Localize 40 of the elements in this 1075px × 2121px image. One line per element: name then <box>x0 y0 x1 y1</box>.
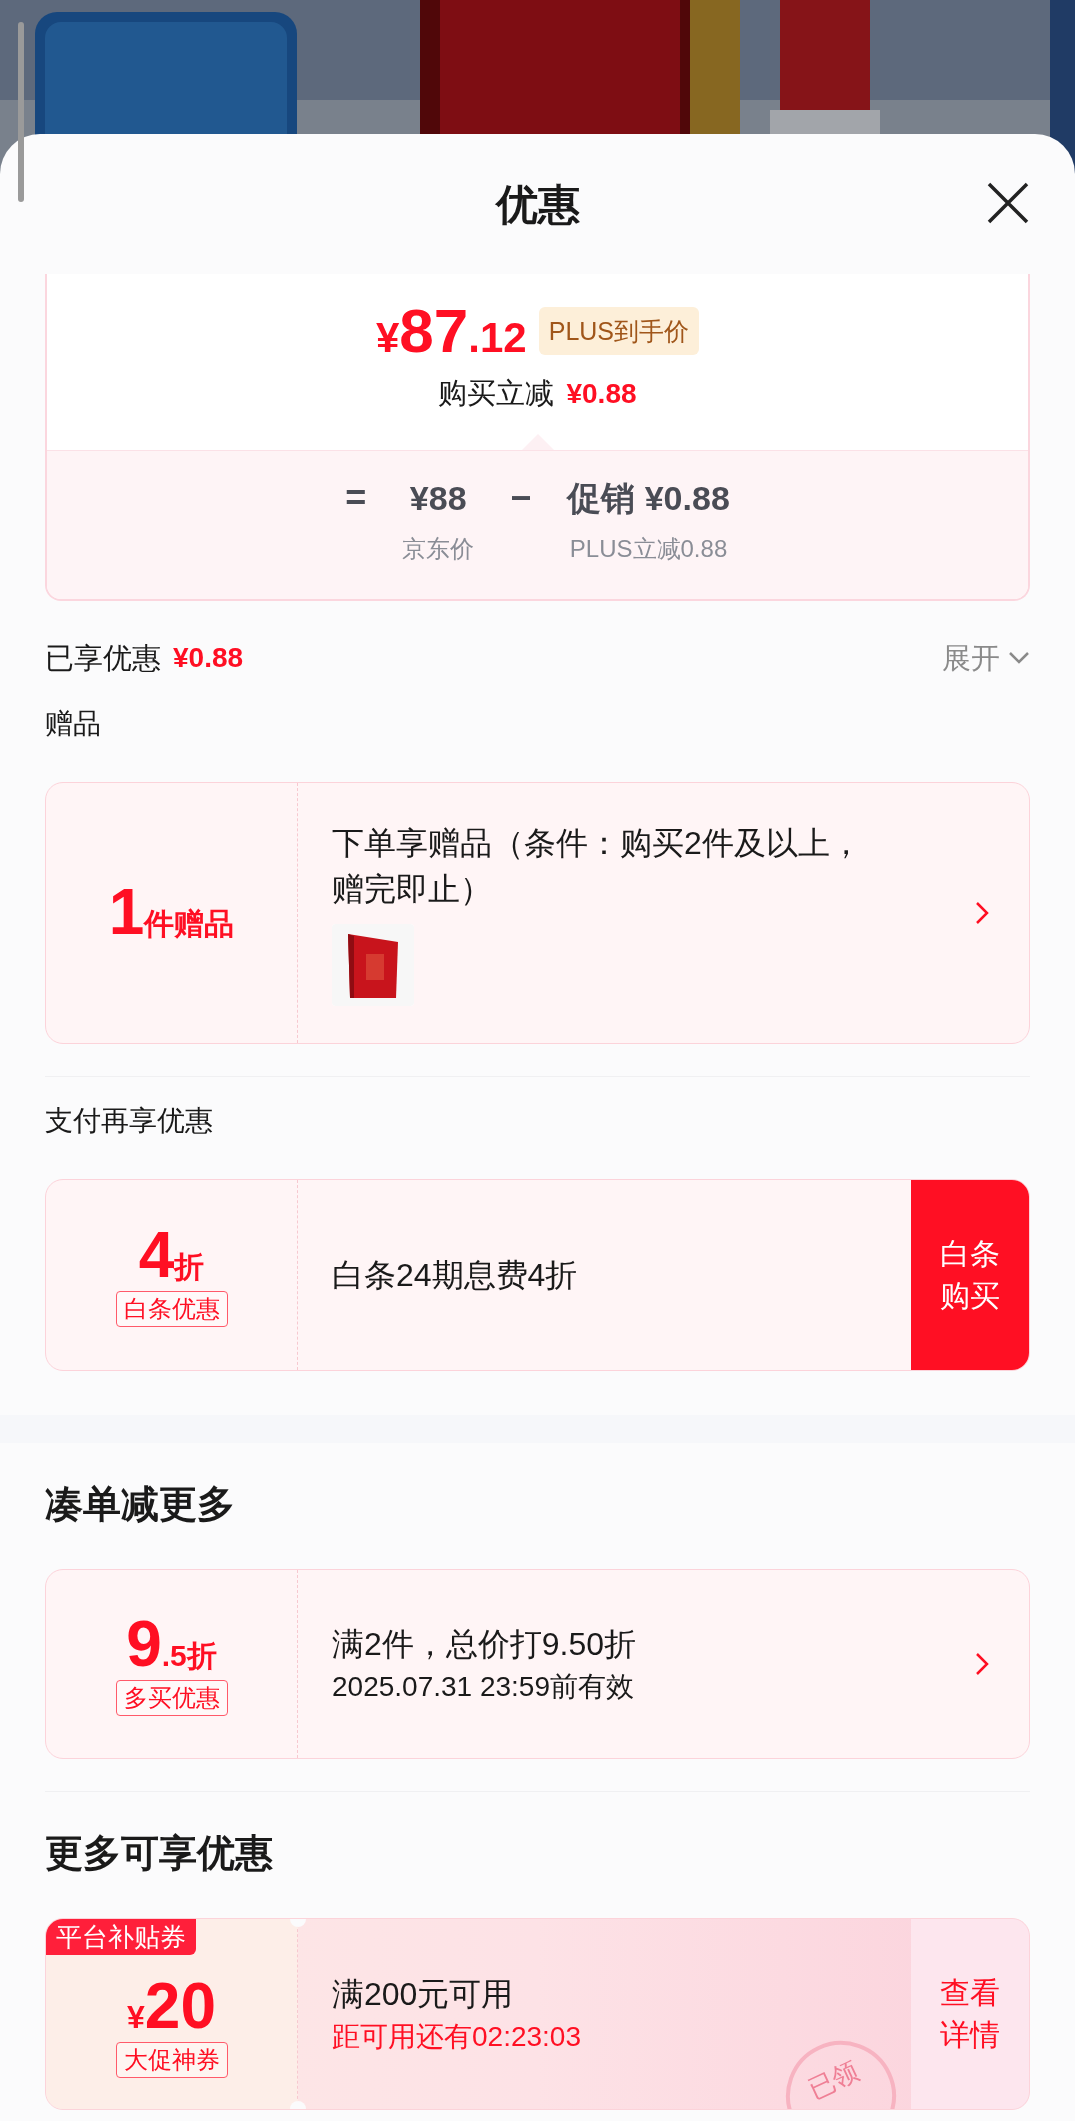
price-amount: ¥88 <box>409 477 467 519</box>
price-label: 京东价 <box>402 533 475 564</box>
coupon-amount: ¥20 <box>127 1974 216 2038</box>
sheet-title: 优惠 <box>495 179 580 230</box>
offer-card[interactable]: 1件赠品 下单享赠品（条件：购买2件及以上，赠完即止） <box>45 782 1030 1044</box>
offer-card[interactable]: 9.5折 多买优惠 满2件，总价打9.50折 2025.07.31 23:59前有效 <box>45 1569 1030 1759</box>
coupon-ribbon: 平台补贴券 <box>46 1919 196 1955</box>
tag-label: 多买优惠 <box>115 1680 228 1716</box>
coupon-card[interactable]: 平台补贴券 ¥20 大促神券 满200元可用 距可用还有02:23:03 已领 查看详情 <box>45 1918 1030 2110</box>
countdown-text: 距可用还有02:23:03 <box>332 2020 582 2054</box>
tag-label: 白条优惠 <box>115 1291 228 1327</box>
discount-value: 4折 <box>138 1223 205 1287</box>
offer-card[interactable]: 4折 白条优惠 白条24期息费4折 白条购买 <box>45 1179 1030 1371</box>
offer-description: 满200元可用 <box>332 1975 515 2014</box>
section-heading: 支付再享优惠 <box>45 1104 214 1138</box>
chevron-right-icon <box>975 1652 989 1676</box>
reduction-value: ¥0.88 <box>566 376 637 411</box>
plus-badge: PLUS到手价 <box>538 307 699 355</box>
section-heading: 赠品 <box>45 707 102 741</box>
enjoyed-label: 已享优惠 <box>45 640 161 676</box>
reduction-label: 购买立减 <box>438 376 555 411</box>
price-label: PLUS立减0.88 <box>569 533 728 564</box>
offer-description: 满2件，总价打9.50折 <box>332 1625 638 1664</box>
operator-sign: = <box>345 475 367 520</box>
chevron-down-icon <box>1008 651 1030 666</box>
offer-description: 白条24期息费4折 <box>332 1256 579 1295</box>
discount-value: 9.5折 <box>126 1612 217 1676</box>
enjoyed-value: ¥0.88 <box>173 641 244 676</box>
price-amount: 促销 ¥0.88 <box>567 477 730 519</box>
offer-description: 下单享赠品（条件：购买2件及以上，赠完即止） <box>332 824 863 909</box>
gift-count: 1件赠品 <box>108 880 235 946</box>
final-price: ¥87.12 <box>376 300 527 362</box>
tag-label: 大促神券 <box>115 2042 228 2078</box>
chevron-right-icon <box>975 901 989 925</box>
close-icon[interactable] <box>987 182 1029 224</box>
section-heading: 凑单减更多 <box>45 1482 236 1527</box>
validity-text: 2025.07.31 23:59前有效 <box>332 1670 635 1704</box>
section-heading: 更多可享优惠 <box>45 1831 274 1876</box>
operator-sign: − <box>510 475 532 520</box>
buy-button[interactable]: 白条购买 <box>911 1180 1029 1370</box>
